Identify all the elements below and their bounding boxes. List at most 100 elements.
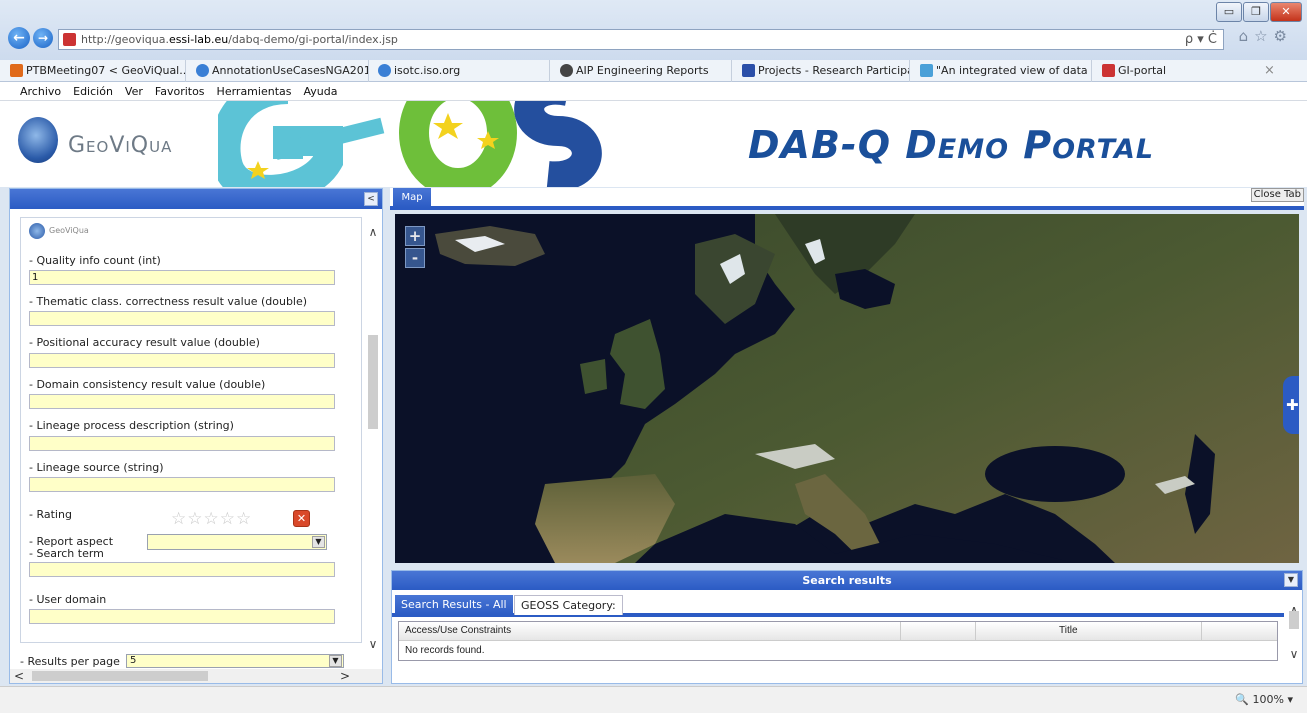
menu-ayuda[interactable]: Ayuda	[303, 82, 337, 101]
chevron-down-icon: ▼	[312, 536, 325, 548]
maximize-button[interactable]: ❐	[1243, 2, 1269, 22]
domain-consistency-label: - Domain consistency result value (doubl…	[29, 378, 266, 391]
small-logo-text: GeoViQua	[49, 226, 89, 235]
lineage-source-label: - Lineage source (string)	[29, 461, 164, 474]
forward-button[interactable]: →	[33, 28, 53, 48]
menu-favoritos[interactable]: Favoritos	[155, 82, 205, 101]
menu-ver[interactable]: Ver	[125, 82, 143, 101]
positional-accuracy-input[interactable]	[29, 353, 335, 368]
favorite-item[interactable]: isotc.iso.org	[376, 60, 550, 82]
menu-archivo[interactable]: Archivo	[20, 82, 61, 101]
domain-consistency-input[interactable]	[29, 394, 335, 409]
quality-info-count-input[interactable]: 1	[29, 270, 335, 285]
star-icon[interactable]: ☆	[236, 509, 252, 529]
panel-horizontal-scrollbar[interactable]: < >	[10, 669, 382, 683]
zoom-level[interactable]: 🔍 100% ▾	[1235, 693, 1293, 706]
ie-icon	[378, 64, 391, 77]
favorite-item[interactable]: AnnotationUseCasesNGA201...	[194, 60, 369, 82]
close-window-button[interactable]: ✕	[1270, 2, 1302, 22]
positional-accuracy-label: - Positional accuracy result value (doub…	[29, 336, 260, 349]
favorites-star-icon[interactable]: ☆	[1254, 27, 1273, 45]
search-results-panel: Search results ▼ Search Results - All GE…	[391, 570, 1303, 684]
search-refresh-icon[interactable]: ρ ▾ Ċ	[1185, 30, 1217, 49]
rating-label: - Rating	[29, 508, 72, 521]
gi-portal-icon	[1102, 64, 1115, 77]
lineage-process-input[interactable]	[29, 436, 335, 451]
column-title[interactable]: Title	[1059, 625, 1078, 636]
lineage-process-label: - Lineage process description (string)	[29, 419, 234, 432]
star-icon[interactable]: ☆	[220, 509, 236, 529]
zoom-in-button[interactable]: +	[405, 226, 425, 246]
satellite-map[interactable]: + - ✚	[395, 214, 1299, 563]
menu-edicion[interactable]: Edición	[73, 82, 113, 101]
scroll-down-icon[interactable]: ∨	[366, 637, 380, 651]
star-icon[interactable]: ☆	[187, 509, 203, 529]
menu-herramientas[interactable]: Herramientas	[217, 82, 292, 101]
geoss-logo	[218, 101, 602, 187]
tab-map[interactable]: Map	[393, 188, 431, 208]
user-domain-input[interactable]	[29, 609, 335, 624]
star-icon[interactable]: ☆	[171, 509, 187, 529]
scroll-up-icon[interactable]: ∧	[366, 225, 380, 239]
portal-title: DAB-Q Demo Portal	[748, 123, 1155, 167]
scroll-thumb[interactable]	[368, 335, 378, 429]
search-term-input[interactable]	[29, 562, 335, 577]
url-domain: essi-lab.eu	[168, 33, 229, 46]
scroll-down-icon[interactable]: ∨	[1286, 647, 1302, 661]
collapse-panel-button[interactable]: <	[364, 192, 378, 206]
tab-search-results-all[interactable]: Search Results - All	[395, 595, 513, 615]
flag-icon	[742, 64, 755, 77]
close-tab-icon[interactable]: ×	[1264, 63, 1275, 78]
quality-info-count-label: - Quality info count (int)	[29, 254, 161, 267]
zoom-value: 100%	[1252, 693, 1284, 706]
collapse-results-icon[interactable]: ▼	[1284, 573, 1298, 587]
address-bar[interactable]: http://geoviqua.essi-lab.eu/dabq-demo/gi…	[58, 29, 1224, 50]
panel-vertical-scrollbar[interactable]: ∧ ∨	[366, 217, 380, 651]
favorite-item[interactable]: Projects - Research Participa...	[740, 60, 910, 82]
aip-icon	[560, 64, 573, 77]
results-per-page-label: - Results per page	[20, 655, 120, 668]
panel-header: <	[10, 189, 382, 209]
gear-icon[interactable]: ⚙	[1274, 27, 1293, 45]
tab-geoss-category[interactable]: GEOSS Category:	[514, 595, 623, 615]
results-vertical-scrollbar[interactable]: ∧ ∨	[1286, 593, 1302, 665]
scroll-thumb[interactable]	[32, 671, 208, 681]
quality-filters-form: GeoViQua - Quality info count (int) 1 - …	[20, 217, 362, 643]
favorite-label: GI-portal	[1118, 64, 1167, 77]
scroll-left-icon[interactable]: <	[12, 669, 26, 683]
scroll-right-icon[interactable]: >	[338, 669, 352, 683]
column-access-use-constraints[interactable]: Access/Use Constraints	[405, 625, 511, 636]
star-icon[interactable]: ☆	[204, 509, 220, 529]
scroll-thumb[interactable]	[1289, 611, 1299, 629]
favorite-label: Projects - Research Participa...	[758, 64, 910, 77]
results-per-page-value: 5	[130, 655, 137, 666]
zoom-out-button[interactable]: -	[405, 248, 425, 268]
report-aspect-select[interactable]: ▼	[147, 534, 327, 550]
page-icon	[10, 64, 23, 77]
rating-stars[interactable]: ☆☆☆☆☆	[171, 509, 252, 529]
expand-side-panel-icon[interactable]: ✚	[1283, 376, 1299, 434]
home-icon[interactable]: ⌂	[1239, 27, 1255, 45]
portal-banner: GeoViQua DAB-Q Demo Portal	[0, 101, 1307, 187]
thematic-class-input[interactable]	[29, 311, 335, 326]
minimize-button[interactable]: ▭	[1216, 2, 1242, 22]
results-tab-strip: Search Results - All GEOSS Category:	[392, 593, 1284, 617]
favorite-item[interactable]: PTBMeeting07 < GeoViQual...	[8, 60, 186, 82]
back-button[interactable]: ←	[8, 27, 30, 49]
lineage-source-input[interactable]	[29, 477, 335, 492]
menu-bar: Archivo Edición Ver Favoritos Herramientas Ay…	[0, 82, 1307, 101]
advanced-search-panel: < GeoViQua - Quality info count (int) 1 …	[9, 188, 383, 684]
favorite-item-active[interactable]: GI-portal	[1100, 60, 1250, 82]
geoviqua-small-logo-icon	[29, 223, 45, 239]
clear-rating-icon[interactable]: ✕	[293, 510, 310, 527]
url-prefix: http://geoviqua.	[81, 33, 169, 46]
close-tab-button[interactable]: Close Tab	[1250, 188, 1304, 202]
site-favicon-icon	[63, 33, 76, 46]
favorite-label: AIP Engineering Reports	[576, 64, 709, 77]
favorite-item[interactable]: "An integrated view of data ...	[918, 60, 1092, 82]
results-per-page-select[interactable]: 5 ▼	[126, 654, 344, 668]
chevron-down-icon: ▼	[329, 655, 342, 667]
favorite-item[interactable]: AIP Engineering Reports	[558, 60, 732, 82]
browser-window: ▭ ❐ ✕ ← → http://geoviqua.essi-lab.eu/da…	[0, 0, 1307, 713]
search-results-title: Search results	[802, 574, 892, 587]
